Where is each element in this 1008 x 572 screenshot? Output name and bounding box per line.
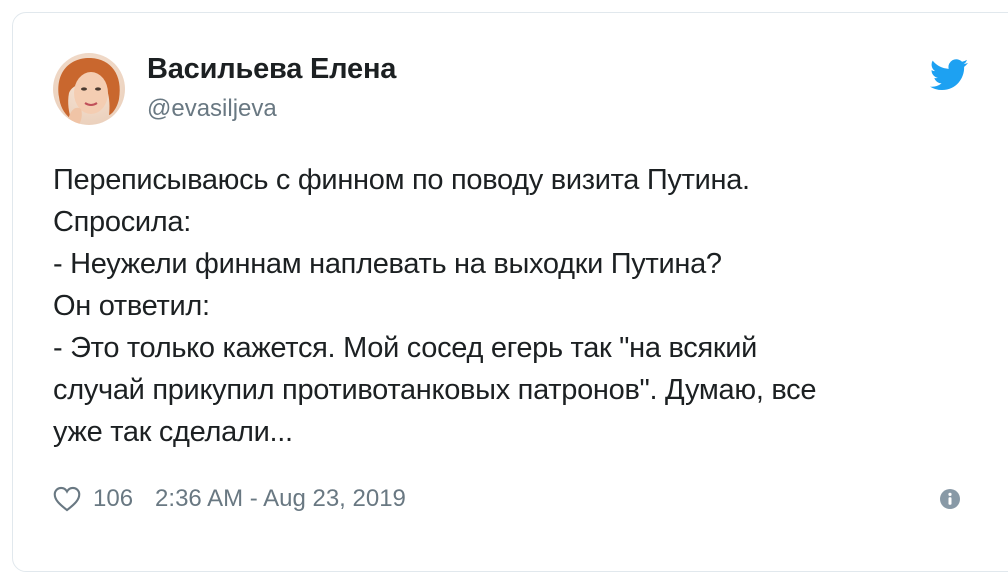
tweet-text: Переписываюсь с финном по поводу визита … xyxy=(53,159,963,453)
like-button[interactable]: 106 xyxy=(53,485,155,513)
tweet-text-line: уже так сделали... xyxy=(53,416,293,448)
tweet-text-line: Он ответил: xyxy=(53,290,210,322)
tweet-text-line: Спросила: xyxy=(53,206,192,238)
tweet-footer: 106 2:36 AM - Aug 23, 2019 xyxy=(53,481,406,517)
author-name[interactable]: Васильева Елена xyxy=(147,53,396,86)
tweet-timestamp[interactable]: 2:36 AM - Aug 23, 2019 xyxy=(155,485,406,513)
tweet-text-line: - Это только кажется. Мой сосед егерь та… xyxy=(53,332,758,364)
twitter-bird-icon[interactable] xyxy=(930,59,968,91)
tweet-card: Васильева Елена @evasiljeva Переписываюс… xyxy=(12,12,1008,572)
like-count: 106 xyxy=(93,485,134,512)
heart-icon xyxy=(53,486,81,512)
tweet-text-line: - Неужели финнам наплевать на выходки Пу… xyxy=(53,248,722,280)
info-icon[interactable] xyxy=(939,488,961,510)
author-handle[interactable]: @evasiljeva xyxy=(147,95,277,123)
avatar-image xyxy=(53,53,125,125)
avatar[interactable] xyxy=(53,53,125,125)
tweet-text-line: Переписываюсь с финном по поводу визита … xyxy=(53,164,750,196)
tweet-text-line: случай прикупил противотанковых патронов… xyxy=(53,374,817,406)
